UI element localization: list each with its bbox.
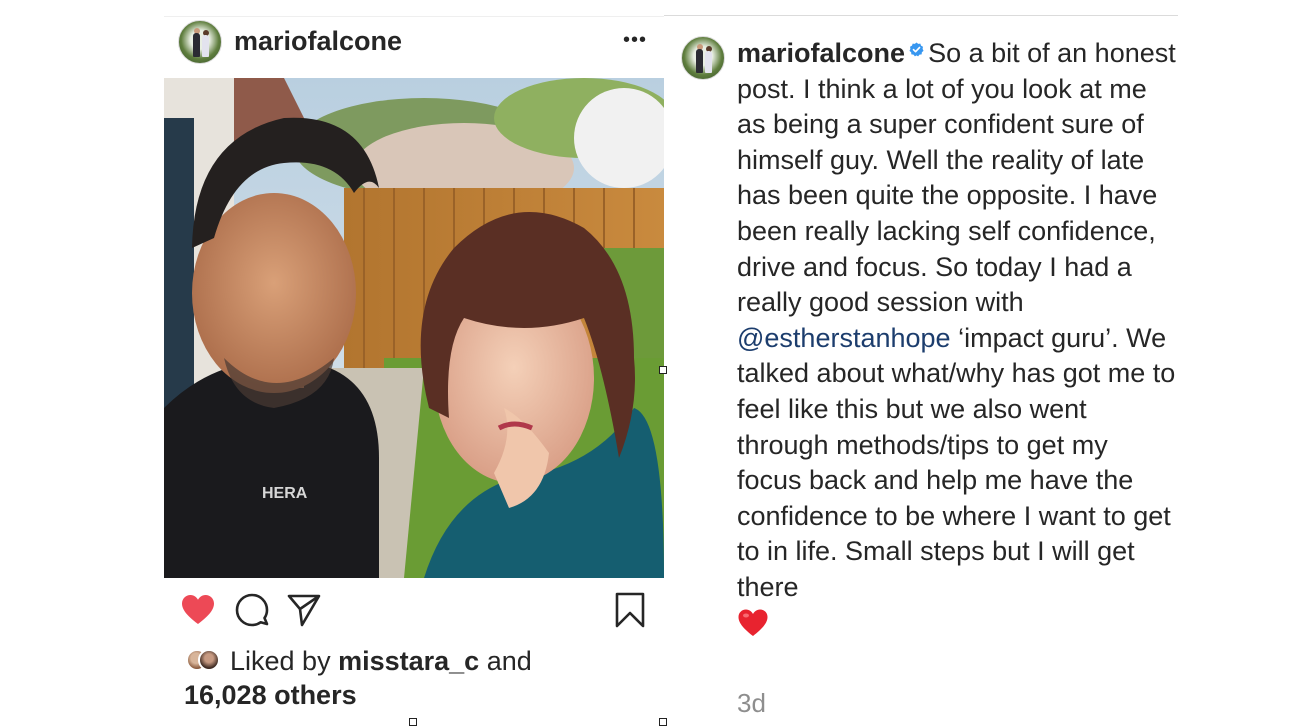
- avatar[interactable]: [681, 36, 725, 80]
- resize-handle: [409, 718, 417, 726]
- post-header: mariofalcone •••: [164, 16, 664, 76]
- comment-icon[interactable]: [234, 592, 270, 628]
- post-actions: [164, 588, 664, 632]
- shirt-text: HERA: [262, 485, 308, 502]
- heart-icon[interactable]: [180, 592, 216, 628]
- caption-username[interactable]: mariofalcone: [737, 38, 905, 68]
- caption-body-part2: ‘impact guru’. We talked about what/why …: [737, 322, 1176, 602]
- caption-mention-link[interactable]: @estherstanhope: [737, 323, 951, 353]
- caption-text: mariofalcone So a bit of an honest post. …: [737, 36, 1177, 641]
- avatar: [198, 649, 220, 671]
- verified-badge-icon: [909, 42, 924, 57]
- liker-avatars[interactable]: [184, 647, 230, 673]
- post-username[interactable]: mariofalcone: [234, 26, 402, 57]
- share-icon[interactable]: [286, 592, 322, 628]
- likes-summary: Liked by misstara_c and 16,028 others: [184, 644, 654, 712]
- liker-username[interactable]: misstara_c: [338, 646, 479, 676]
- likes-count[interactable]: 16,028 others: [184, 680, 357, 710]
- post-timestamp[interactable]: 3d: [737, 688, 766, 719]
- more-icon[interactable]: •••: [622, 30, 648, 50]
- bookmark-icon[interactable]: [612, 592, 648, 628]
- instagram-post: mariofalcone ••• HERA Liked by misstara_…: [164, 16, 664, 726]
- post-photo[interactable]: HERA: [164, 78, 664, 578]
- avatar[interactable]: [178, 20, 222, 64]
- post-photo-image: HERA: [164, 78, 664, 578]
- likes-middle: and: [479, 646, 532, 676]
- likes-prefix: Liked by: [230, 646, 339, 676]
- heart-emoji-icon: [738, 609, 768, 636]
- caption-body-part1: So a bit of an honest post. I think a lo…: [737, 38, 1176, 318]
- caption-panel: mariofalcone So a bit of an honest post. …: [664, 16, 1184, 726]
